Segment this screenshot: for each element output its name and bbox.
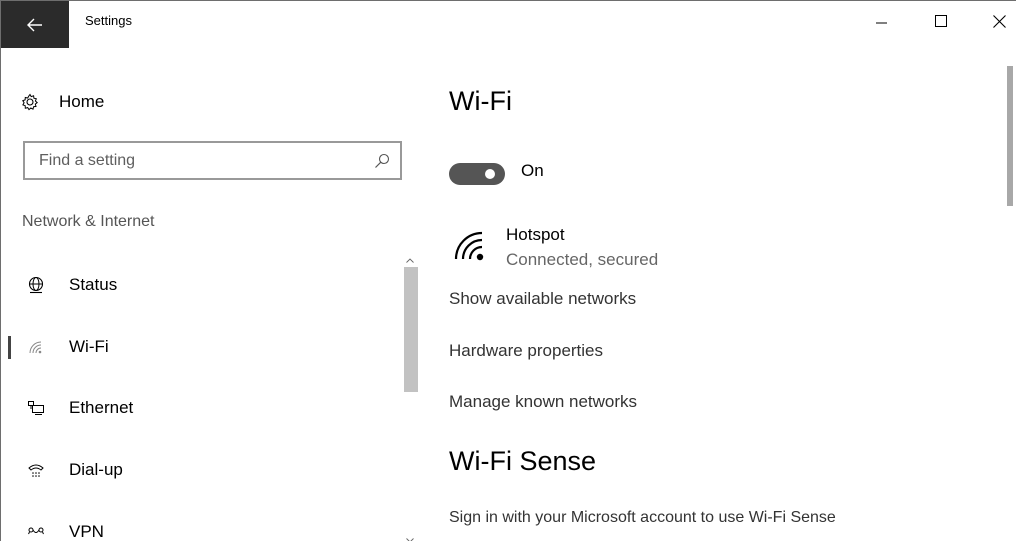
ethernet-icon (24, 396, 48, 420)
main-content: Wi-Fi On Hotspot Connected, secured Show… (419, 48, 1016, 541)
selected-indicator (8, 336, 11, 359)
back-arrow-icon (27, 18, 42, 31)
minimize-icon (876, 22, 887, 24)
page-title: Wi-Fi (449, 86, 512, 116)
main-scrollbar[interactable] (1005, 66, 1015, 541)
title-bar: Settings (1, 1, 1016, 48)
scroll-down-arrow-icon[interactable] (402, 533, 418, 541)
hardware-properties-link[interactable]: Hardware properties (449, 341, 603, 361)
close-button[interactable] (976, 1, 1016, 41)
sidebar: Home Find a setting Network & Internet S… (1, 48, 419, 541)
section-heading: Network & Internet (22, 213, 155, 230)
connected-network[interactable]: Hotspot Connected, secured (449, 223, 869, 271)
gear-icon (22, 93, 38, 111)
show-available-networks-link[interactable]: Show available networks (449, 289, 636, 309)
maximize-button[interactable] (918, 1, 964, 41)
scroll-up-arrow-icon[interactable] (402, 253, 418, 267)
search-input[interactable]: Find a setting (23, 141, 402, 180)
sidebar-item-label: Wi-Fi (69, 337, 109, 356)
search-icon[interactable] (374, 153, 390, 169)
maximize-icon (935, 15, 947, 27)
minimize-button[interactable] (859, 1, 905, 41)
search-placeholder: Find a setting (39, 151, 136, 169)
sidebar-item-status[interactable]: Status (1, 265, 401, 305)
toggle-state-label: On (521, 161, 544, 180)
window-title: Settings (85, 13, 132, 28)
sidebar-item-wifi[interactable]: Wi-Fi (1, 327, 401, 367)
sidebar-item-label: VPN (69, 522, 104, 541)
close-icon (992, 14, 1006, 28)
sidebar-item-label: Status (69, 275, 118, 294)
sidebar-item-label: Dial-up (69, 460, 123, 479)
wifi-toggle[interactable] (449, 163, 505, 185)
toggle-knob (485, 169, 495, 179)
back-button[interactable] (1, 1, 69, 48)
globe-icon (24, 273, 48, 297)
home-link[interactable]: Home (21, 90, 104, 114)
main-scroll-thumb[interactable] (1007, 66, 1013, 206)
network-status: Connected, secured (506, 250, 659, 269)
sidebar-item-dial-up[interactable]: Dial-up (1, 450, 401, 490)
wifi-icon (24, 335, 48, 359)
home-label: Home (59, 92, 105, 111)
manage-known-networks-link[interactable]: Manage known networks (449, 392, 637, 412)
sidebar-item-label: Ethernet (69, 398, 134, 417)
vpn-icon (24, 520, 48, 541)
settings-window: Settings Home Find a setting Network & I… (0, 0, 1016, 541)
sidebar-scrollbar[interactable] (402, 253, 418, 541)
dial-up-icon (24, 458, 48, 482)
network-name: Hotspot (506, 225, 565, 244)
sidebar-item-ethernet[interactable]: Ethernet (1, 388, 401, 428)
wifi-sense-title: Wi-Fi Sense (449, 446, 597, 476)
wifi-sense-info: Sign in with your Microsoft account to u… (449, 509, 836, 526)
sidebar-item-vpn[interactable]: VPN (1, 512, 401, 541)
sidebar-scroll-thumb[interactable] (404, 267, 418, 392)
wifi-signal-icon (454, 231, 484, 261)
